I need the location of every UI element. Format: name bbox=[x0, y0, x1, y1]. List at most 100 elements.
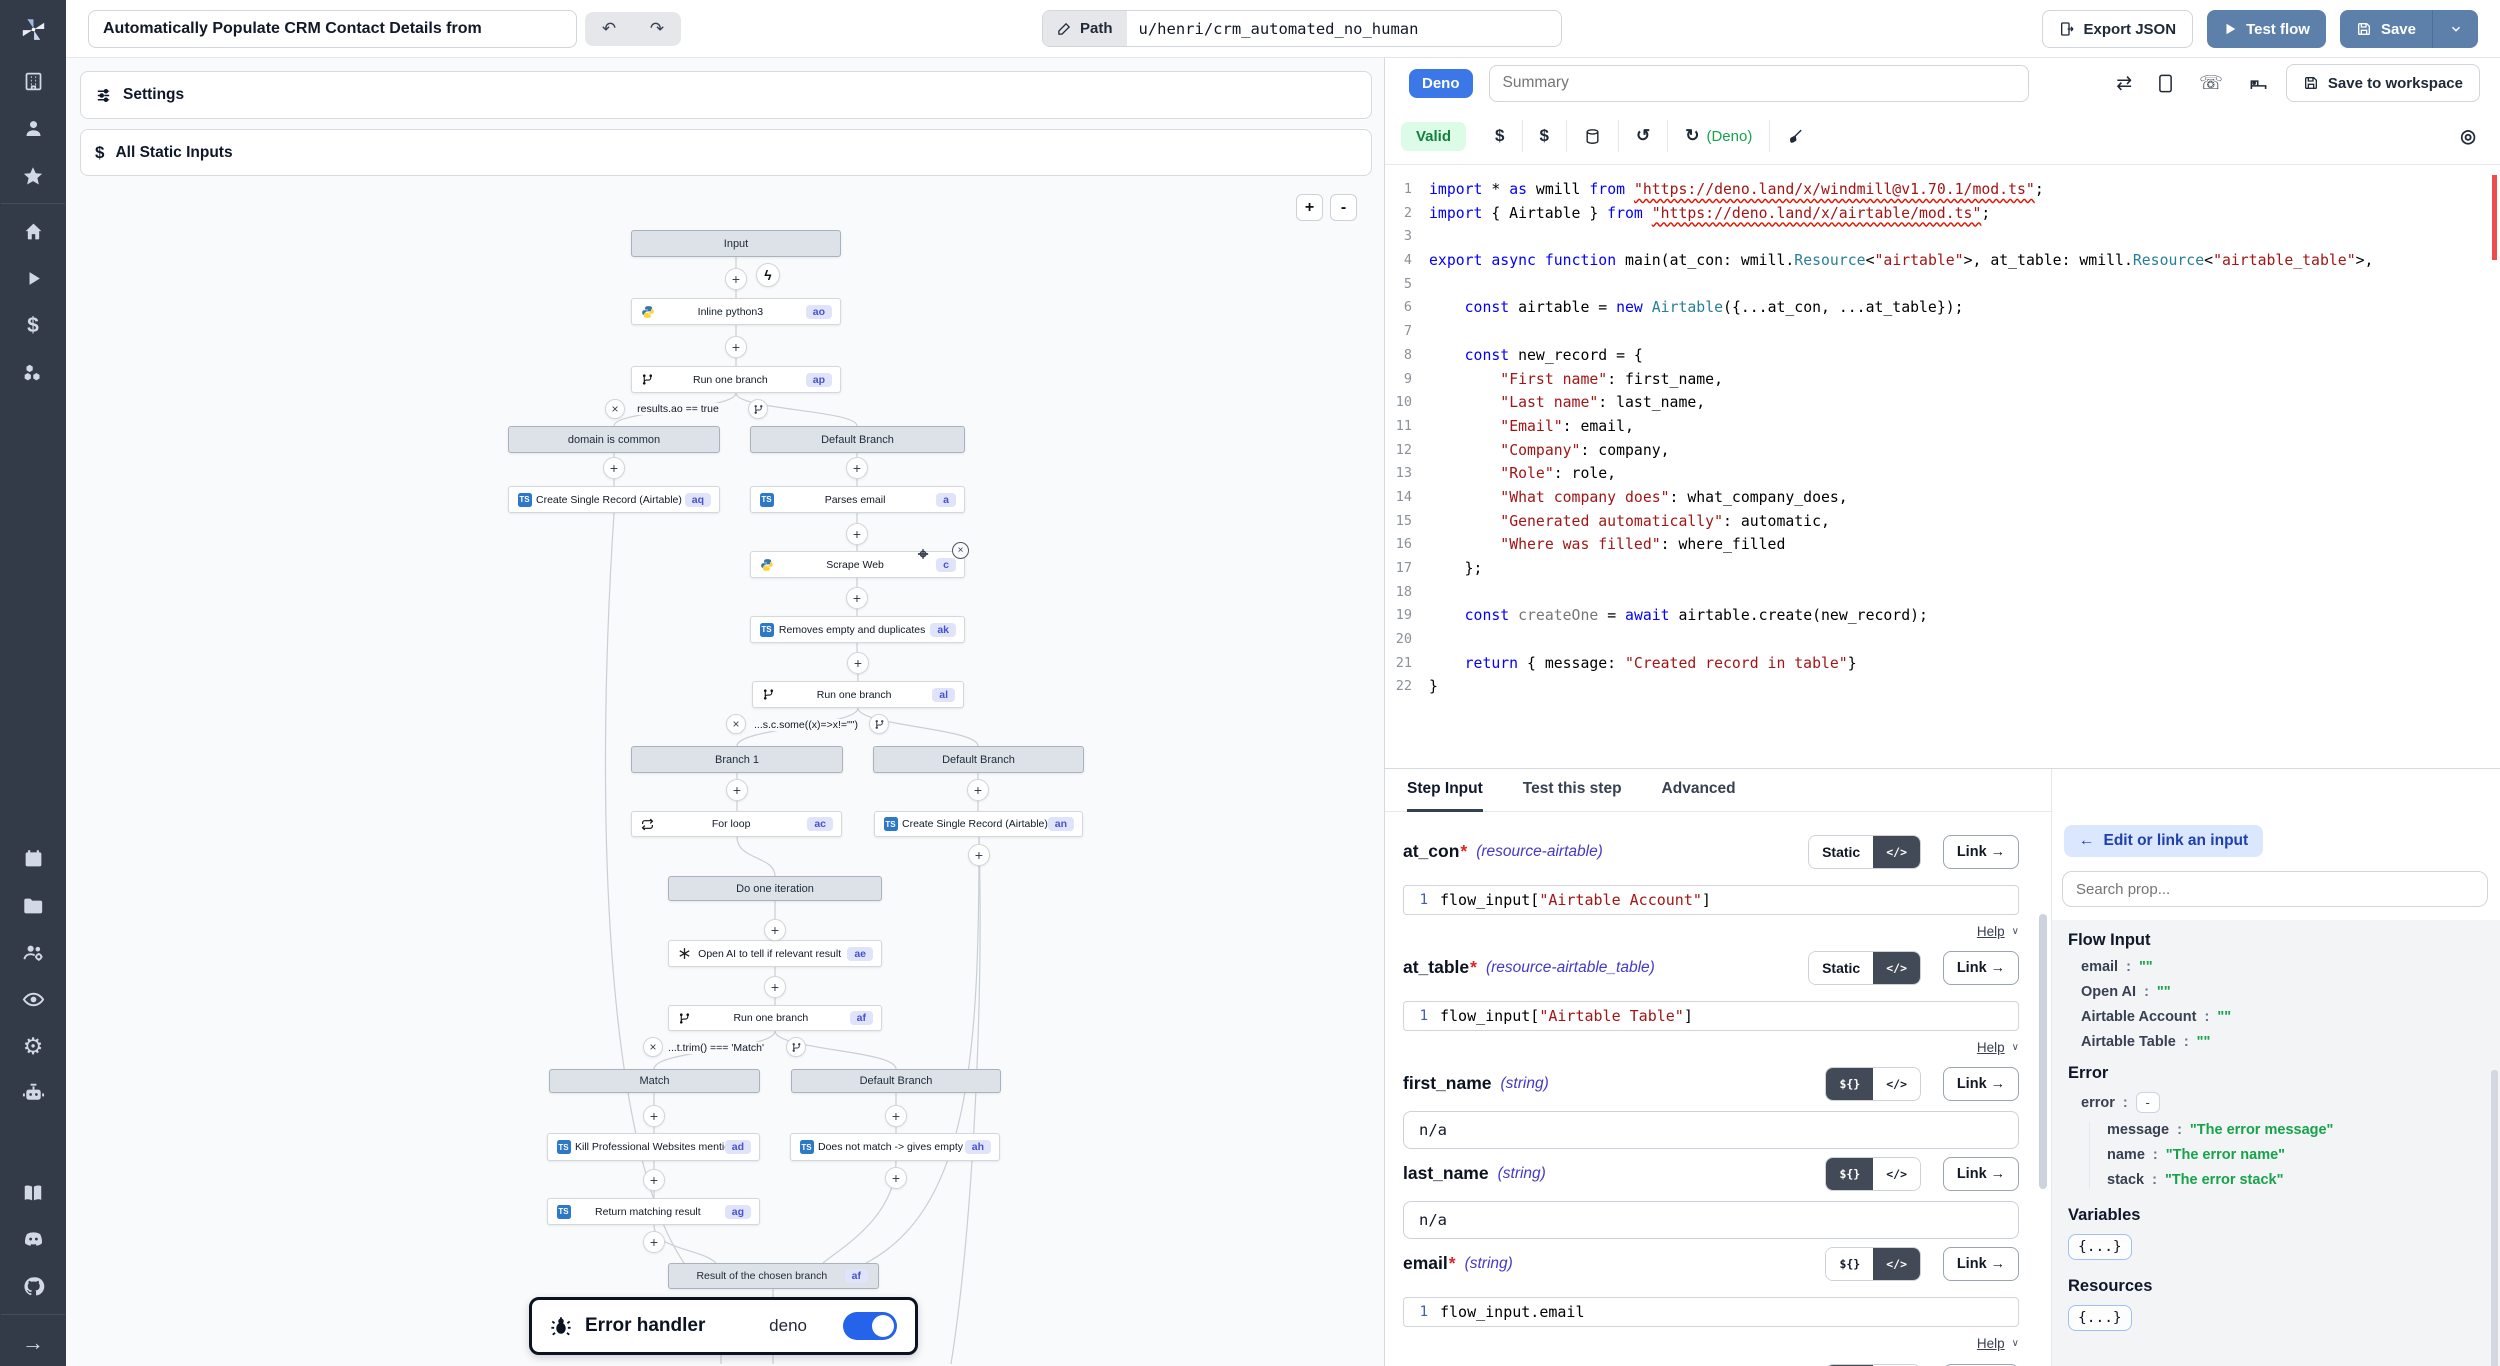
value-input-last_name[interactable]: n/a bbox=[1403, 1201, 2019, 1239]
sidebar-discord-icon[interactable] bbox=[0, 1216, 66, 1263]
help-link[interactable]: Help bbox=[1977, 924, 2005, 939]
trigger-lightning-icon[interactable]: ϟ bbox=[756, 263, 780, 287]
format-code-icon[interactable] bbox=[1770, 128, 1821, 145]
add-step-button[interactable]: + bbox=[764, 976, 786, 998]
toggle-static[interactable]: Static bbox=[1809, 836, 1873, 868]
language-badge[interactable]: Deno bbox=[1409, 69, 1473, 98]
add-step-button[interactable]: + bbox=[726, 779, 748, 801]
add-step-button[interactable]: + bbox=[603, 457, 625, 479]
all-static-inputs-bar[interactable]: $ All Static Inputs bbox=[80, 129, 1372, 176]
sidebar-arrow-right-icon[interactable]: → bbox=[0, 1319, 66, 1366]
flow-node-create-single-record-airtable-aq[interactable]: TSCreate Single Record (Airtable)aq bbox=[508, 486, 720, 513]
error-handler-node[interactable]: Error handler deno bbox=[529, 1297, 918, 1355]
step-panel-scrollbar[interactable] bbox=[2039, 914, 2047, 1189]
link-button[interactable]: Link → bbox=[1943, 1157, 2019, 1191]
toggle-static[interactable]: Static bbox=[1809, 952, 1873, 984]
code-line[interactable]: 7 bbox=[1385, 320, 2500, 344]
add-branch-button[interactable] bbox=[786, 1037, 806, 1057]
code-line[interactable]: 14 "What company does": what_company_doe… bbox=[1385, 486, 2500, 510]
flow-node-removes-empty-and-duplicates-ak[interactable]: TSRemoves empty and duplicatesak bbox=[750, 616, 965, 643]
flow-node-default-branch[interactable]: Default Branch bbox=[791, 1069, 1001, 1093]
code-line[interactable]: 16 "Where was filled": where_filled bbox=[1385, 533, 2500, 557]
toggle-template[interactable]: ${} bbox=[1826, 1248, 1873, 1280]
undo-button[interactable]: ↶ bbox=[585, 12, 633, 46]
code-line[interactable]: 9 "First name": first_name, bbox=[1385, 368, 2500, 392]
editor-settings-icon[interactable]: ◎ bbox=[2443, 126, 2480, 147]
link-button[interactable]: Link → bbox=[1943, 951, 2019, 985]
flow-node-kill-professional-websites-mentions-ad[interactable]: TSKill Professional Websites mentionsad bbox=[547, 1133, 760, 1161]
flow-node-input[interactable]: Input bbox=[631, 230, 841, 257]
summary-input[interactable] bbox=[1489, 65, 2029, 102]
sidebar-star-icon[interactable] bbox=[0, 152, 66, 199]
flow-node-default-branch[interactable]: Default Branch bbox=[873, 746, 1084, 773]
flow-node-create-single-record-airtable-an[interactable]: TSCreate Single Record (Airtable)an bbox=[874, 811, 1083, 837]
code-line[interactable]: 17 }; bbox=[1385, 557, 2500, 581]
toggle-code[interactable]: </> bbox=[1873, 836, 1920, 868]
sidebar-calendar-icon[interactable] bbox=[0, 835, 66, 882]
sidebar-eye-icon[interactable] bbox=[0, 976, 66, 1023]
flow-node-for-loop-ac[interactable]: For loopac bbox=[631, 811, 842, 837]
add-step-button[interactable]: + bbox=[725, 336, 747, 358]
code-line[interactable]: 19 const createOne = await airtable.crea… bbox=[1385, 604, 2500, 628]
sidebar-folder-icon[interactable] bbox=[0, 882, 66, 929]
sidebar-robot-icon[interactable] bbox=[0, 1070, 66, 1117]
code-line[interactable]: 10 "Last name": last_name, bbox=[1385, 391, 2500, 415]
edit-or-link-button[interactable]: ← Edit or link an input bbox=[2064, 825, 2263, 857]
flow-node-does-not-match-gives-empty-value-ah[interactable]: TSDoes not match -> gives empty valueah bbox=[790, 1133, 1000, 1161]
add-step-button[interactable]: + bbox=[968, 844, 990, 866]
sidebar-book-icon[interactable] bbox=[0, 1169, 66, 1216]
error-handler-toggle[interactable] bbox=[843, 1312, 897, 1340]
add-step-button[interactable]: + bbox=[764, 919, 786, 941]
code-line[interactable]: 13 "Role": role, bbox=[1385, 462, 2500, 486]
sidebar-users-gear-icon[interactable] bbox=[0, 929, 66, 976]
redo-button[interactable]: ↷ bbox=[633, 12, 681, 46]
database-icon[interactable] bbox=[1567, 128, 1618, 145]
path-input[interactable] bbox=[1127, 11, 1561, 46]
sidebar-home-icon[interactable] bbox=[0, 208, 66, 255]
resources-object-chip[interactable]: {...} bbox=[2068, 1305, 2132, 1331]
save-dropdown-caret[interactable] bbox=[2432, 10, 2478, 48]
mobile-preview-icon[interactable] bbox=[2158, 74, 2173, 93]
code-line[interactable]: 4export async function main(at_con: wmil… bbox=[1385, 249, 2500, 273]
suspend-icon[interactable] bbox=[2249, 74, 2268, 93]
test-flow-button[interactable]: Test flow bbox=[2207, 10, 2326, 48]
sidebar-windmill-logo[interactable] bbox=[0, 0, 66, 58]
add-step-button[interactable]: + bbox=[643, 1169, 665, 1191]
sidebar-cubes-icon[interactable] bbox=[0, 349, 66, 396]
zoom-out-button[interactable]: - bbox=[1330, 194, 1357, 221]
code-area[interactable]: 1import * as wmill from "https://deno.la… bbox=[1385, 165, 2500, 768]
code-line[interactable]: 6 const airtable = new Airtable({...at_c… bbox=[1385, 296, 2500, 320]
link-button[interactable]: Link → bbox=[1943, 1247, 2019, 1281]
add-step-button[interactable]: + bbox=[967, 779, 989, 801]
collapse-error-button[interactable]: - bbox=[2136, 1092, 2160, 1113]
expr-editor-at_table[interactable]: 1flow_input["Airtable Table"] bbox=[1403, 1001, 2019, 1031]
sidebar-github-icon[interactable] bbox=[0, 1263, 66, 1310]
flow-node-inline-python3-ao[interactable]: Inline python3ao bbox=[631, 298, 841, 325]
flow-node-default-branch[interactable]: Default Branch bbox=[750, 426, 965, 453]
code-line[interactable]: 8 const new_record = { bbox=[1385, 344, 2500, 368]
dollar-resource-icon[interactable]: $ bbox=[1523, 126, 1566, 146]
code-line[interactable]: 21 return { message: "Created record in … bbox=[1385, 652, 2500, 676]
remove-branch-button[interactable]: × bbox=[643, 1037, 663, 1057]
tab-advanced[interactable]: Advanced bbox=[1662, 769, 1736, 812]
toggle-code[interactable]: </> bbox=[1873, 1068, 1920, 1100]
add-branch-button[interactable] bbox=[748, 399, 768, 419]
code-line[interactable]: 2import { Airtable } from "https://deno.… bbox=[1385, 202, 2500, 226]
toggle-code[interactable]: </> bbox=[1873, 952, 1920, 984]
link-button[interactable]: Link → bbox=[1943, 835, 2019, 869]
add-step-button[interactable]: + bbox=[885, 1105, 907, 1127]
code-line[interactable]: 12 "Company": company, bbox=[1385, 439, 2500, 463]
remove-branch-button[interactable]: × bbox=[605, 399, 625, 419]
toggle-template[interactable]: ${} bbox=[1826, 1068, 1873, 1100]
swap-icon[interactable]: ⇄ bbox=[2116, 72, 2132, 95]
code-line[interactable]: 22} bbox=[1385, 675, 2500, 699]
flow-node-run-one-branch-al[interactable]: Run one branchal bbox=[752, 681, 964, 708]
help-link[interactable]: Help bbox=[1977, 1336, 2005, 1351]
code-line[interactable]: 20 bbox=[1385, 628, 2500, 652]
reset-icon[interactable]: ↺ bbox=[1619, 126, 1667, 146]
tab-test-this-step[interactable]: Test this step bbox=[1523, 769, 1622, 812]
value-input-first_name[interactable]: n/a bbox=[1403, 1111, 2019, 1149]
flow-node-scrape-web-c[interactable]: Scrape Webc bbox=[750, 551, 965, 578]
sidebar-dollar-icon[interactable]: $ bbox=[0, 302, 66, 349]
toggle-code[interactable]: </> bbox=[1873, 1248, 1920, 1280]
